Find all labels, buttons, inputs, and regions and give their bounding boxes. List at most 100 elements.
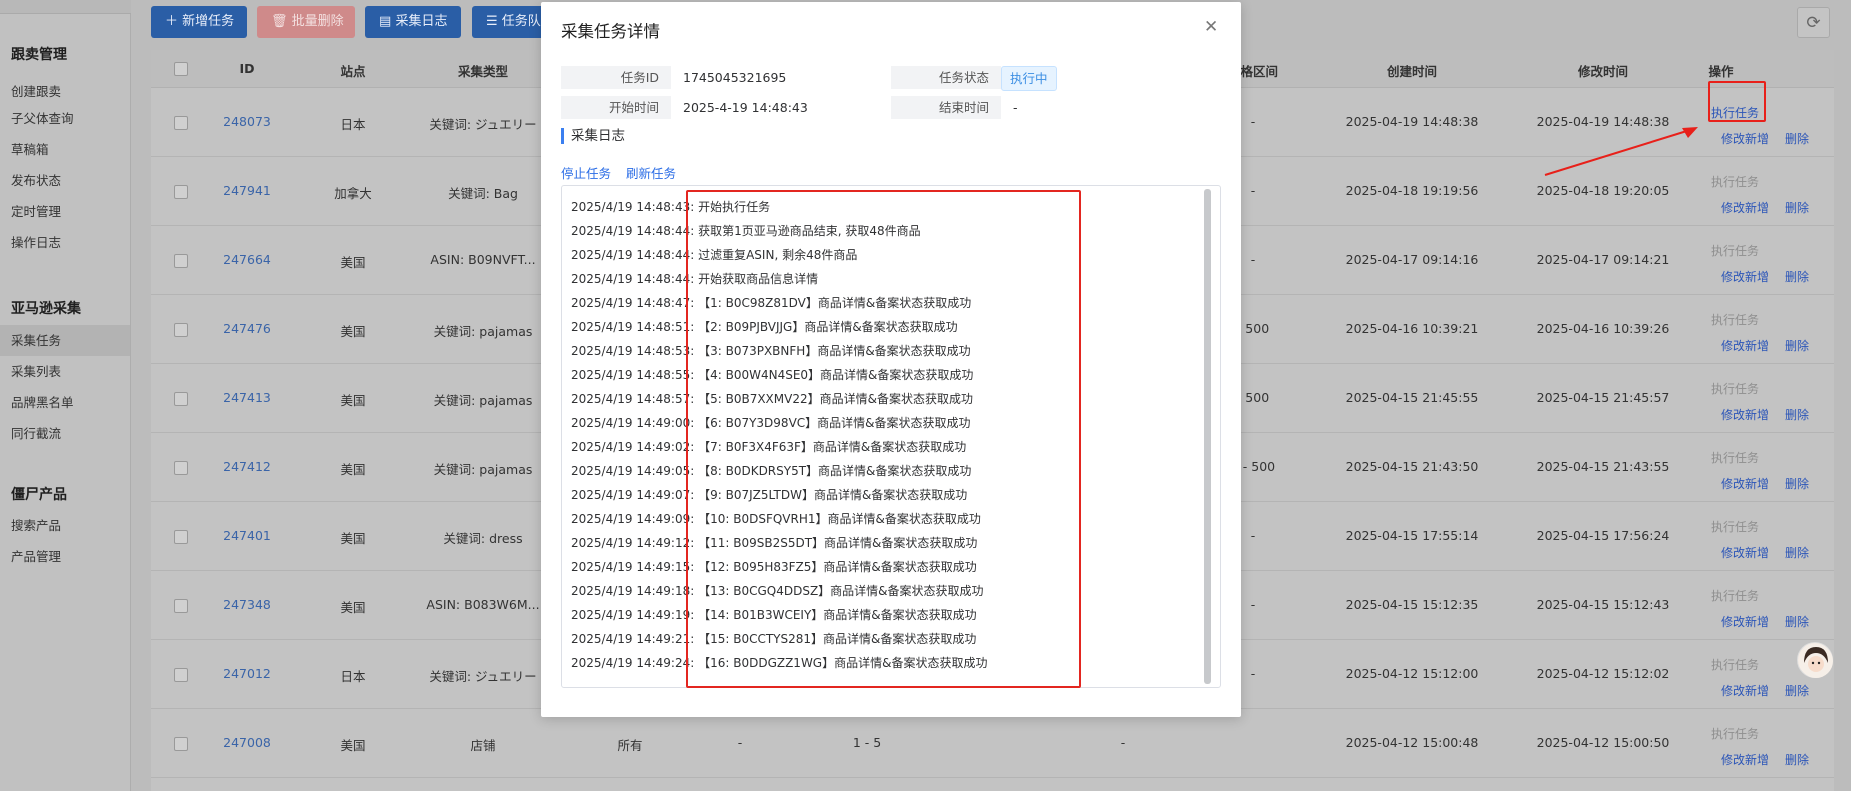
row-modified: 2025-04-18 19:20:05 <box>1536 183 1670 198</box>
exec-task-button[interactable]: 执行任务 <box>1711 518 1759 535</box>
row-id-link[interactable]: 247412 <box>223 459 271 474</box>
status-badge: 执行中 <box>1001 66 1057 91</box>
add-task-label: 新增任务 <box>182 14 235 29</box>
delete-button[interactable]: 删除 <box>1785 406 1809 423</box>
delete-button[interactable]: 删除 <box>1785 682 1809 699</box>
row-checkbox[interactable] <box>174 737 188 751</box>
delete-button[interactable]: 删除 <box>1785 613 1809 630</box>
row-price: - <box>1120 735 1126 750</box>
modify-button[interactable]: 修改新增 <box>1721 199 1769 216</box>
delete-button[interactable]: 删除 <box>1785 268 1809 285</box>
refresh-icon[interactable]: ⟳ <box>1797 7 1830 38</box>
sidebar-item-active[interactable]: 采集任务 <box>0 325 130 356</box>
stop-task-link[interactable]: 停止任务 <box>561 163 611 182</box>
delete-button[interactable]: 删除 <box>1785 337 1809 354</box>
row-modified: 2025-04-12 15:12:02 <box>1536 666 1670 681</box>
sidebar-item[interactable]: 操作日志 <box>0 227 130 258</box>
task-queue-label: 任务队 <box>501 14 541 29</box>
exec-task-button[interactable]: 执行任务 <box>1711 311 1759 328</box>
row-checkbox[interactable] <box>174 668 188 682</box>
sidebar-item[interactable]: 草稿箱 <box>0 134 130 165</box>
row-checkbox[interactable] <box>174 254 188 268</box>
row-id-link[interactable]: 247401 <box>223 528 271 543</box>
row-price: - <box>1250 666 1256 681</box>
row-modified: 2025-04-15 15:12:43 <box>1536 597 1670 612</box>
row-id-link[interactable]: 247348 <box>223 597 271 612</box>
row-checkbox[interactable] <box>174 323 188 337</box>
col-ops: 操作 <box>1708 64 1734 79</box>
row-price: - 500 <box>1236 390 1270 405</box>
sidebar-group-title: 亚马逊采集 <box>11 301 81 317</box>
modify-button[interactable]: 修改新增 <box>1721 544 1769 561</box>
sidebar-item[interactable]: 品牌黑名单 <box>0 387 130 418</box>
modify-button[interactable]: 修改新增 <box>1721 406 1769 423</box>
sidebar-item[interactable]: 同行截流 <box>0 418 130 449</box>
collect-log-label: 采集日志 <box>395 14 448 29</box>
log-highlight-box <box>686 190 1081 688</box>
refresh-task-link[interactable]: 刷新任务 <box>626 163 676 182</box>
modify-button[interactable]: 修改新增 <box>1721 682 1769 699</box>
row-id-link[interactable]: 247476 <box>223 321 271 336</box>
row-type: 关键词: pajamas <box>433 462 533 477</box>
row-id-link[interactable]: 247012 <box>223 666 271 681</box>
row-price: - <box>1250 114 1256 129</box>
row-checkbox[interactable] <box>174 599 188 613</box>
modify-button[interactable]: 修改新增 <box>1721 268 1769 285</box>
row-modified: 2025-04-12 15:00:50 <box>1536 735 1670 750</box>
sidebar-item[interactable]: 发布状态 <box>0 165 130 196</box>
row-checkbox[interactable] <box>174 461 188 475</box>
section-title: 采集日志 <box>561 128 625 144</box>
log-scrollbar[interactable] <box>1204 189 1211 684</box>
modify-button[interactable]: 修改新增 <box>1721 475 1769 492</box>
row-id-link[interactable]: 247413 <box>223 390 271 405</box>
row-id-link[interactable]: 247008 <box>223 735 271 750</box>
row-site: 加拿大 <box>334 186 372 201</box>
modify-button[interactable]: 修改新增 <box>1721 613 1769 630</box>
exec-task-button[interactable]: 执行任务 <box>1711 656 1759 673</box>
exec-task-button[interactable]: 执行任务 <box>1711 725 1759 742</box>
task-id-label: 任务ID <box>561 66 671 89</box>
close-icon[interactable]: ✕ <box>1204 17 1218 37</box>
row-checkbox[interactable] <box>174 116 188 130</box>
sidebar-group-title: 僵尸产品 <box>11 487 67 503</box>
row-type: 关键词: dress <box>443 531 523 546</box>
end-time-value: - <box>1013 100 1018 115</box>
batch-delete-button[interactable]: 🗑 批量删除 <box>257 6 355 38</box>
sidebar-item[interactable]: 产品管理 <box>0 541 130 572</box>
row-created: 2025-04-17 09:14:16 <box>1345 252 1479 267</box>
row-id-link[interactable]: 247664 <box>223 252 271 267</box>
list-icon: ☰ <box>486 14 498 29</box>
row-created: 2025-04-15 17:55:14 <box>1345 528 1479 543</box>
delete-button[interactable]: 删除 <box>1785 130 1809 147</box>
modify-button[interactable]: 修改新增 <box>1721 337 1769 354</box>
row-id-link[interactable]: 248073 <box>223 114 271 129</box>
row-checkbox[interactable] <box>174 392 188 406</box>
exec-task-button[interactable]: 执行任务 <box>1711 587 1759 604</box>
row-checkbox[interactable] <box>174 185 188 199</box>
avatar[interactable] <box>1797 642 1833 678</box>
delete-button[interactable]: 删除 <box>1785 544 1809 561</box>
modify-button[interactable]: 修改新增 <box>1721 130 1769 147</box>
sidebar-item[interactable]: 采集列表 <box>0 356 130 387</box>
collect-log-button[interactable]: ▤ 采集日志 <box>365 6 461 38</box>
exec-task-button[interactable]: 执行任务 <box>1711 380 1759 397</box>
exec-task-button[interactable]: 执行任务 <box>1711 173 1759 190</box>
task-queue-button[interactable]: ☰ 任务队 <box>472 6 552 38</box>
delete-button[interactable]: 删除 <box>1785 199 1809 216</box>
sidebar-item[interactable]: 定时管理 <box>0 196 130 227</box>
add-task-button[interactable]: ＋ 新增任务 <box>151 6 247 38</box>
exec-task-button[interactable]: 执行任务 <box>1711 449 1759 466</box>
exec-task-button[interactable]: 执行任务 <box>1711 242 1759 259</box>
delete-button[interactable]: 删除 <box>1785 751 1809 768</box>
row-site: 美国 <box>340 462 366 477</box>
table-row: 247008 美国 店铺 所有 - 1 - 5 - 2025-04-12 15:00:48 20… <box>151 709 1834 778</box>
col-site: 站点 <box>340 64 366 79</box>
select-all-checkbox[interactable] <box>174 62 188 76</box>
row-checkbox[interactable] <box>174 530 188 544</box>
delete-button[interactable]: 删除 <box>1785 475 1809 492</box>
sidebar-item[interactable]: 搜索产品 <box>0 510 130 541</box>
row-type: ASIN: B083W6M... <box>426 597 540 612</box>
row-id-link[interactable]: 247941 <box>223 183 271 198</box>
sidebar-item[interactable]: 子父体查询 <box>0 103 130 134</box>
modify-button[interactable]: 修改新增 <box>1721 751 1769 768</box>
